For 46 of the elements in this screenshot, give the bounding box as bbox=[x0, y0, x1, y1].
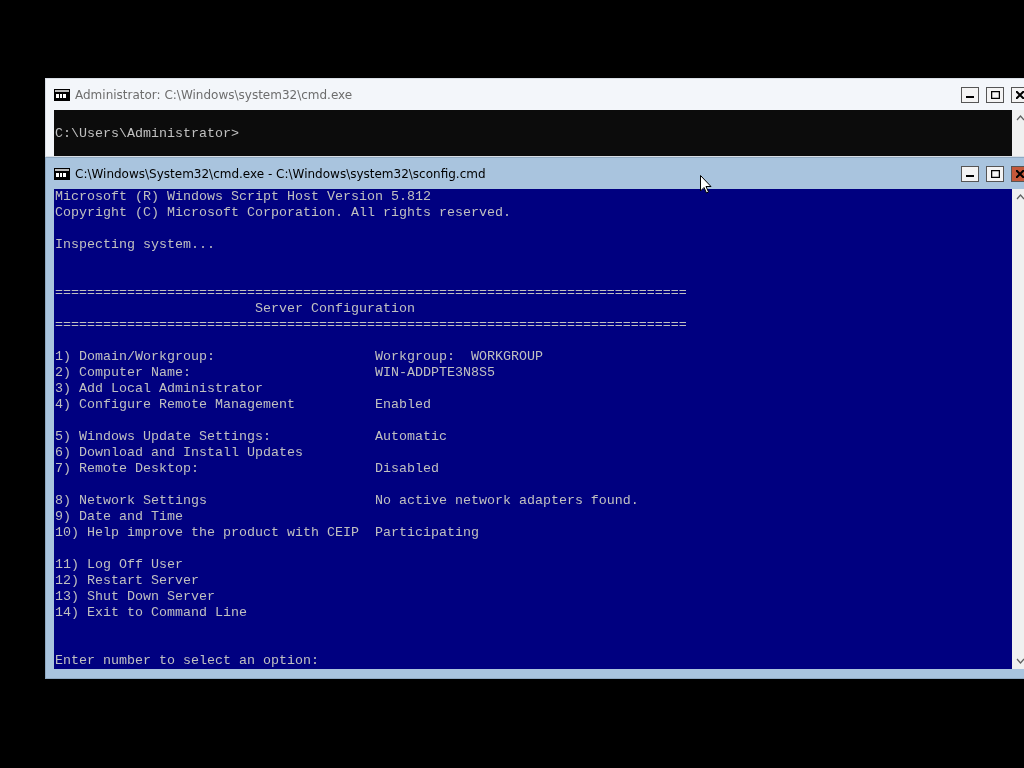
option-value: Participating bbox=[374, 525, 480, 541]
menu-option: 5) Windows Update Settings: bbox=[55, 429, 375, 445]
divider-rule: =============================================================================== bbox=[55, 285, 687, 300]
console-line: Microsoft (R) Windows Script Host Version 5.812 bbox=[55, 189, 431, 204]
menu-option: 4) Configure Remote Management bbox=[55, 397, 375, 413]
option-value: No active network adapters found. bbox=[374, 493, 640, 509]
banner-title: Server Configuration bbox=[253, 301, 415, 316]
menu-option: 1) Domain/Workgroup: bbox=[55, 349, 375, 365]
console-line: Inspecting system... bbox=[55, 237, 215, 252]
minimize-button[interactable] bbox=[961, 165, 979, 182]
menu-option: 13) Shut Down Server bbox=[55, 589, 375, 605]
maximize-button[interactable] bbox=[986, 86, 1004, 103]
menu-option: 11) Log Off User bbox=[55, 557, 375, 573]
console-icon bbox=[54, 167, 70, 180]
scroll-bar[interactable] bbox=[1012, 110, 1024, 156]
minimize-button[interactable] bbox=[961, 86, 979, 103]
menu-option: 14) Exit to Command Line bbox=[55, 605, 375, 621]
divider-rule: =============================================================================== bbox=[55, 317, 687, 332]
option-value: Automatic bbox=[374, 429, 448, 445]
mouse-cursor-icon bbox=[700, 175, 712, 194]
menu-option: 12) Restart Server bbox=[55, 573, 375, 589]
input-prompt: Enter number to select an option: bbox=[55, 653, 319, 668]
menu-option: 3) Add Local Administrator bbox=[55, 381, 375, 397]
close-icon bbox=[1016, 169, 1024, 178]
menu-option: 2) Computer Name: bbox=[55, 365, 375, 381]
close-button[interactable] bbox=[1011, 86, 1024, 103]
menu-option: 7) Remote Desktop: bbox=[55, 461, 375, 477]
console-line: C:\Users\Administrator> bbox=[55, 126, 239, 141]
console-line: Copyright (C) Microsoft Corporation. All rights reserved. bbox=[55, 205, 511, 220]
option-value: Workgroup: WORKGROUP bbox=[374, 349, 544, 365]
option-value: Disabled bbox=[374, 461, 440, 477]
menu-option: 10) Help improve the product with CEIP bbox=[55, 525, 375, 541]
maximize-icon bbox=[990, 90, 1000, 99]
menu-option: 8) Network Settings bbox=[55, 493, 375, 509]
close-icon bbox=[1016, 90, 1024, 99]
scroll-bar[interactable] bbox=[1012, 189, 1024, 669]
maximize-icon bbox=[990, 169, 1000, 178]
window-title: Administrator: C:\Windows\system32\cmd.exe bbox=[75, 87, 354, 102]
window-title: C:\Windows\System32\cmd.exe - C:\Windows\system32\sconfig.cmd bbox=[75, 166, 487, 181]
close-button[interactable] bbox=[1011, 165, 1024, 182]
option-value: Enabled bbox=[374, 397, 432, 413]
menu-option: 6) Download and Install Updates bbox=[55, 445, 375, 461]
console-icon bbox=[54, 88, 70, 101]
maximize-button[interactable] bbox=[986, 165, 1004, 182]
option-value: WIN-ADDPTE3N8S5 bbox=[374, 365, 496, 381]
menu-option: 9) Date and Time bbox=[55, 509, 375, 525]
